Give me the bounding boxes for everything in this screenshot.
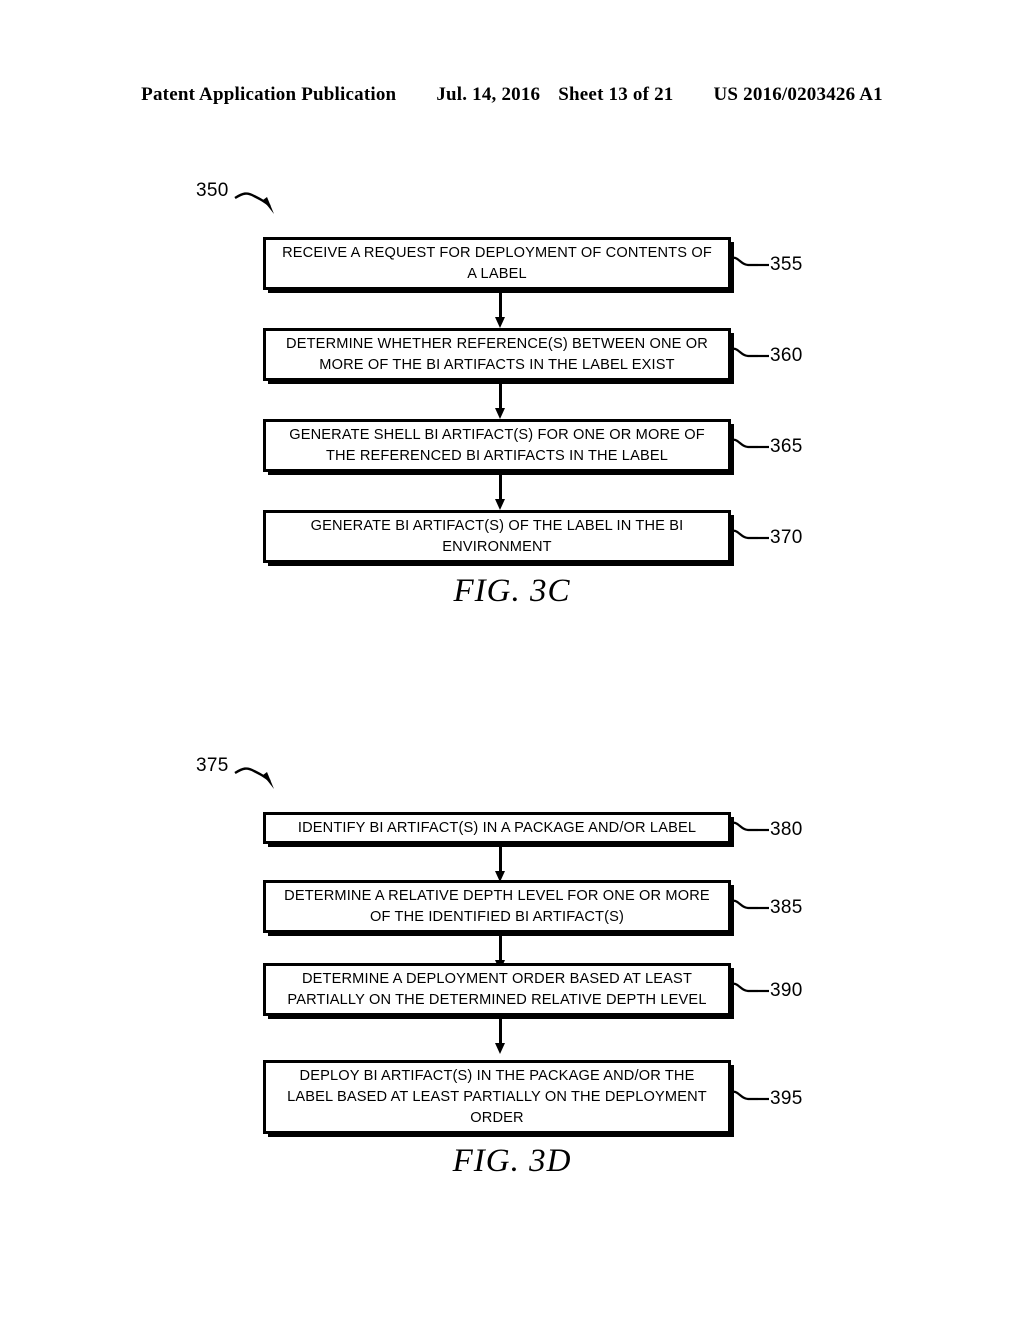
flow-tag-375: 375 (196, 755, 229, 776)
flow-step-390[interactable]: DETERMINE A DEPLOYMENT ORDER BASED AT LE… (263, 963, 731, 1016)
flow-step-380[interactable]: IDENTIFY BI ARTIFACT(S) IN A PACKAGE AND… (263, 812, 731, 844)
figure-3d-caption: FIG. 3D (452, 1143, 572, 1179)
page-header: Patent Application Publication Jul. 14, … (0, 84, 1024, 106)
connector-360-365 (495, 381, 507, 419)
ref-num-385: 385 (770, 897, 803, 918)
figure-3c-caption: FIG. 3C (453, 573, 571, 609)
flow-step-390-text: DETERMINE A DEPLOYMENT ORDER BASED AT LE… (287, 970, 707, 1008)
flow-tag-350: 350 (196, 180, 229, 201)
ref-num-355: 355 (770, 254, 803, 275)
flow-step-385-text: DETERMINE A RELATIVE DEPTH LEVEL FOR ONE… (284, 887, 710, 925)
connector-390-395 (495, 1016, 507, 1054)
flow-step-370-text: GENERATE BI ARTIFACT(S) OF THE LABEL IN … (310, 517, 684, 555)
header-patent-number: US 2016/0203426 A1 (713, 84, 883, 105)
connector-355-360 (495, 290, 507, 328)
flow-step-355[interactable]: RECEIVE A REQUEST FOR DEPLOYMENT OF CONT… (263, 237, 731, 290)
flow-step-355-text: RECEIVE A REQUEST FOR DEPLOYMENT OF CONT… (282, 244, 712, 282)
flow-step-380-text: IDENTIFY BI ARTIFACT(S) IN A PACKAGE AND… (297, 819, 697, 836)
connector-365-370 (495, 472, 507, 510)
flow-step-385[interactable]: DETERMINE A RELATIVE DEPTH LEVEL FOR ONE… (263, 880, 731, 933)
flow-tag-350-leader-icon (234, 192, 274, 214)
flow-step-395[interactable]: DEPLOY BI ARTIFACT(S) IN THE PACKAGE AND… (263, 1060, 731, 1134)
flow-step-370[interactable]: GENERATE BI ARTIFACT(S) OF THE LABEL IN … (263, 510, 731, 563)
ref-num-380: 380 (770, 819, 803, 840)
flow-step-365[interactable]: GENERATE SHELL BI ARTIFACT(S) FOR ONE OR… (263, 419, 731, 472)
flow-tag-375-leader-icon (234, 767, 274, 789)
header-sheet-label: Sheet 13 of 21 (558, 84, 674, 105)
header-publication-label: Patent Application Publication (141, 84, 397, 105)
ref-num-360: 360 (770, 345, 803, 366)
connector-380-385 (495, 844, 507, 882)
flow-step-395-text: DEPLOY BI ARTIFACT(S) IN THE PACKAGE AND… (287, 1067, 707, 1126)
header-date-label: Jul. 14, 2016 (436, 84, 541, 105)
ref-num-390: 390 (770, 980, 803, 1001)
flow-step-360[interactable]: DETERMINE WHETHER REFERENCE(S) BETWEEN O… (263, 328, 731, 381)
ref-num-365: 365 (770, 436, 803, 457)
ref-num-370: 370 (770, 527, 803, 548)
ref-num-395: 395 (770, 1088, 803, 1109)
flow-step-365-text: GENERATE SHELL BI ARTIFACT(S) FOR ONE OR… (289, 426, 705, 464)
flow-step-360-text: DETERMINE WHETHER REFERENCE(S) BETWEEN O… (286, 335, 708, 373)
